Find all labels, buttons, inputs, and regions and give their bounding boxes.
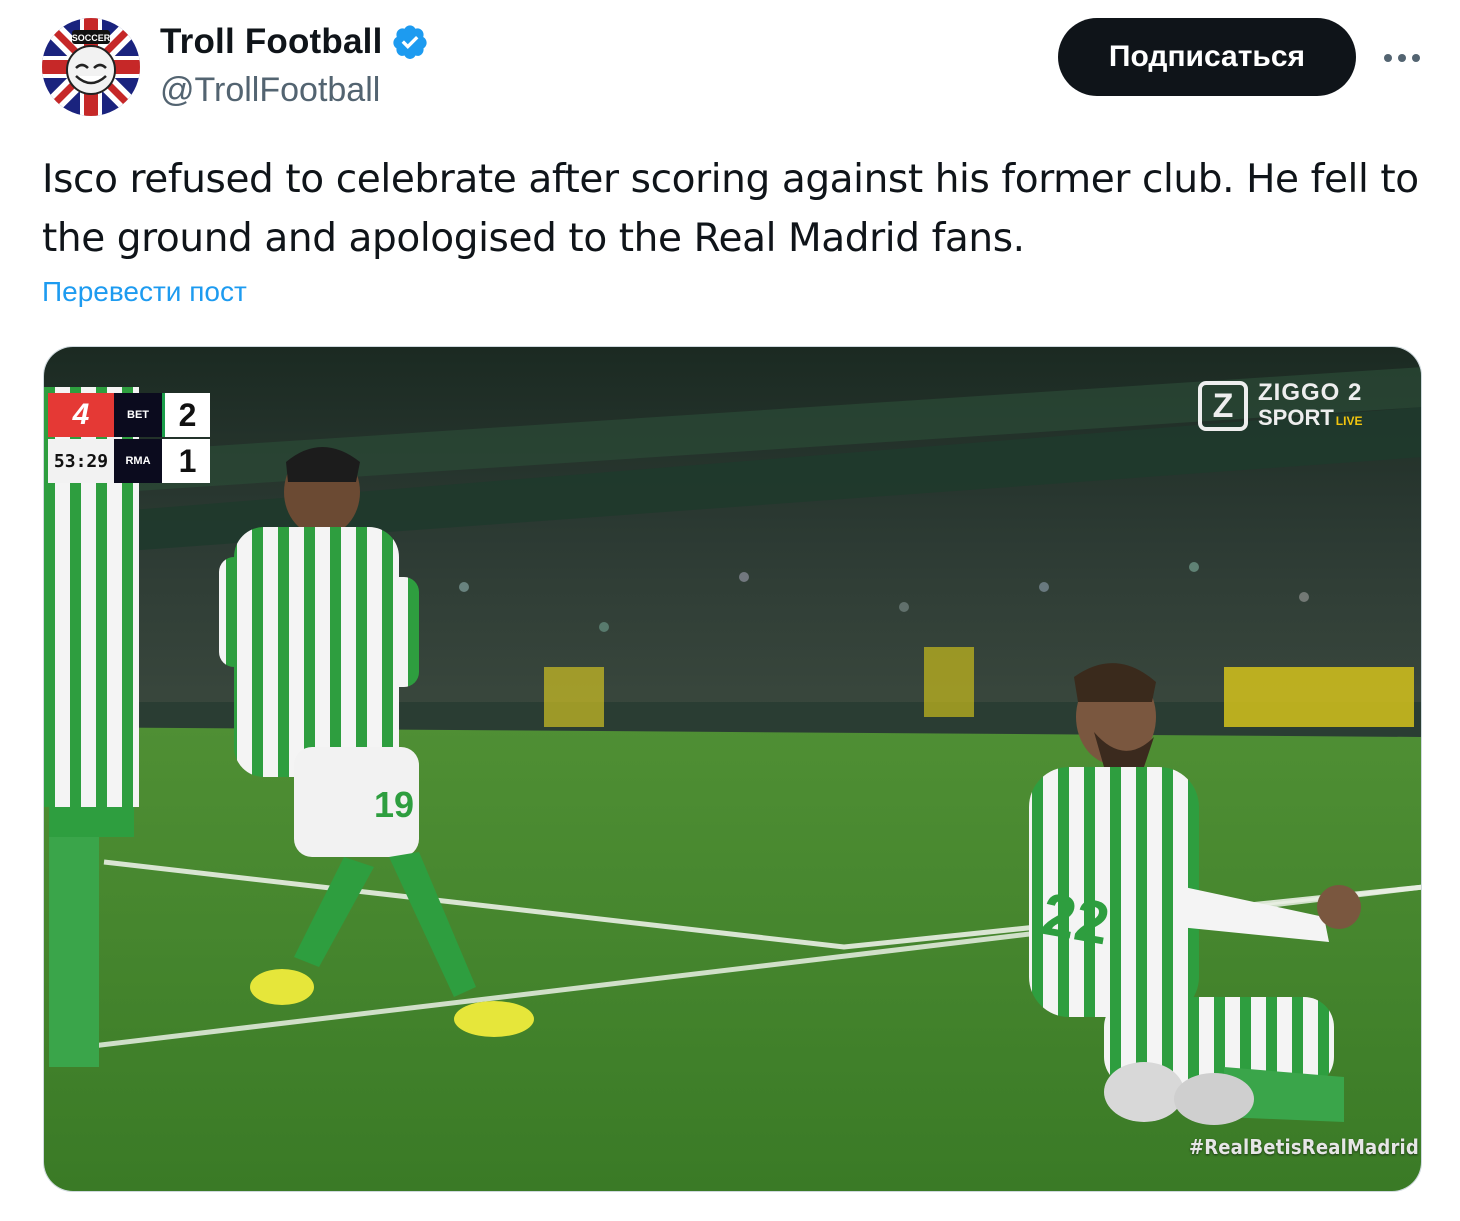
jersey-number-22: 22 bbox=[1037, 880, 1114, 958]
author-name[interactable]: Troll Football bbox=[160, 22, 383, 62]
tweet-text: Isco refused to celebrate after scoring … bbox=[42, 157, 1419, 261]
broadcaster-line2: SPORT LIVE bbox=[1258, 405, 1362, 431]
away-score: 1 bbox=[162, 439, 210, 483]
tweet-card: SOCCER Troll Football @TrollFootball Под… bbox=[0, 0, 1460, 1221]
author-avatar[interactable]: SOCCER bbox=[42, 18, 140, 116]
follow-button[interactable]: Подписаться bbox=[1058, 18, 1356, 96]
troll-football-logo: SOCCER bbox=[42, 18, 140, 116]
broadcaster-live: LIVE bbox=[1335, 414, 1363, 428]
scoreboard: 4 53:29 BET RMA 2 1 bbox=[48, 393, 216, 483]
more-options-button[interactable] bbox=[1378, 38, 1426, 78]
league-logo: 4 bbox=[48, 393, 114, 437]
match-photo: 19 22 bbox=[44, 347, 1421, 1191]
match-clock: 53:29 bbox=[48, 439, 114, 483]
broadcaster-sport: SPORT bbox=[1258, 405, 1334, 430]
broadcaster-logo: Z ZIGGO 2 SPORT LIVE bbox=[1198, 379, 1398, 437]
tweet-media-image[interactable]: 19 22 4 53:29 BET RMA 2 1 Z ZIGGO 2 SPOR… bbox=[43, 346, 1422, 1192]
verified-badge-icon bbox=[392, 25, 427, 59]
home-team: BET bbox=[114, 393, 162, 437]
home-score: 2 bbox=[162, 393, 210, 437]
away-team: RMA bbox=[114, 439, 162, 483]
broadcaster-line1: ZIGGO 2 bbox=[1258, 379, 1363, 406]
more-horizontal-icon bbox=[1384, 54, 1420, 62]
broadcaster-logo-letter: Z bbox=[1198, 381, 1248, 431]
author-handle[interactable]: @TrollFootball bbox=[160, 71, 380, 110]
author-name-row[interactable]: Troll Football bbox=[160, 22, 429, 62]
translate-post-link[interactable]: Перевести пост bbox=[42, 276, 247, 308]
jersey-number-19: 19 bbox=[374, 784, 414, 825]
avatar-logo-text: SOCCER bbox=[72, 33, 111, 43]
broadcast-hashtag: #RealBetisRealMadrid bbox=[1188, 1135, 1419, 1159]
